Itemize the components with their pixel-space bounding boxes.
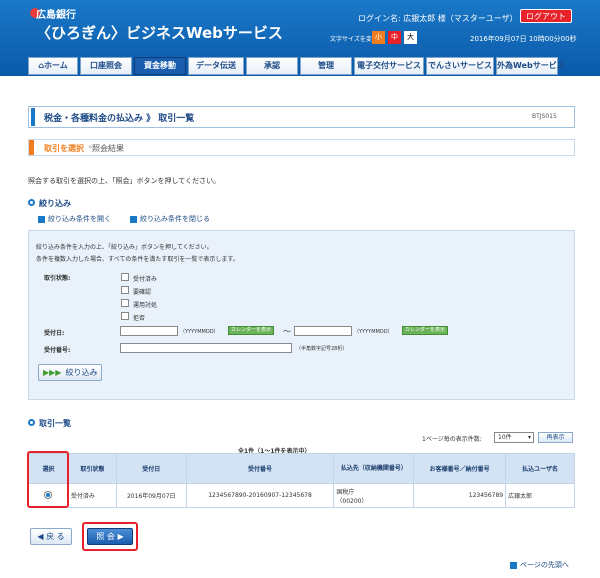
- tab-data-transmission[interactable]: データ伝送: [188, 57, 244, 75]
- row-customer-no: 123456789: [413, 483, 507, 508]
- play-arrows-icon: ▶▶▶: [43, 368, 62, 377]
- tab-densai[interactable]: でんさいサービス: [426, 57, 494, 75]
- date-range-tilde: ～: [283, 327, 291, 336]
- chevron-down-icon: ▾: [527, 434, 531, 441]
- status-option-confirm: 要確認: [133, 289, 152, 296]
- per-page-label: 1ページ毎の表示件数:: [422, 436, 482, 443]
- col-payee: 払込先（収納機関番号）: [333, 453, 415, 484]
- row-payee-cell: 国税庁 （00200）: [333, 483, 415, 508]
- status-checkbox-accepted[interactable]: [121, 273, 129, 281]
- title-accent: [31, 108, 35, 126]
- step-marker: [29, 140, 34, 155]
- status-checkbox-confirm[interactable]: [121, 286, 129, 294]
- step-current: 取引を選択: [44, 144, 84, 153]
- per-page-select[interactable]: 10件 ▾: [494, 432, 534, 443]
- list-section-title: 取引一覧: [39, 419, 71, 428]
- login-info: ログイン名: 広銀太郎 様（マスターユーザ）: [358, 14, 518, 23]
- section-bullet-icon: [28, 419, 35, 426]
- date-to-input[interactable]: [294, 326, 352, 336]
- row-number: 1234567890-20160907-12345678: [185, 483, 335, 508]
- service-name: 〈ひろぎん〉ビジネスWebサービス: [36, 24, 283, 42]
- open-icon: [38, 215, 45, 223]
- row-payee-code: （00200）: [336, 497, 368, 505]
- filter-help-2: 条件を複数入力した場合、すべての条件を満たす取引を一覧で表示します。: [36, 256, 239, 263]
- font-size-small-button[interactable]: 小: [372, 31, 385, 44]
- table-header-row: 選択 取引状態 受付日 受付番号 払込先（収納機関番号） お客様番号／納付番号 …: [28, 453, 575, 484]
- date-label: 受付日:: [44, 330, 65, 337]
- page-title: 税金・各種料金の払込み 》 取引一覧: [44, 114, 195, 124]
- filter-help-1: 絞り込み条件を入力の上、「絞り込み」ボタンを押してください。: [36, 244, 213, 251]
- col-user: 払込ユーザ名: [505, 453, 575, 484]
- redisplay-button[interactable]: 再表示: [538, 432, 573, 443]
- step-next: 照会結果: [92, 144, 124, 153]
- status-checkbox-handling[interactable]: [121, 299, 129, 307]
- font-size-medium-button[interactable]: 中: [388, 31, 401, 44]
- col-date: 受付日: [115, 453, 187, 484]
- back-button[interactable]: ◀ 戻 る: [30, 528, 72, 545]
- number-label: 受付番号:: [44, 347, 71, 354]
- tab-home[interactable]: ⌂ホーム: [28, 57, 78, 75]
- filter-close-link[interactable]: 絞り込み条件を閉じる: [130, 214, 210, 224]
- date-from-input[interactable]: [120, 326, 178, 336]
- col-status: 取引状態: [67, 453, 117, 484]
- col-customer-no: お客様番号／納付番号: [413, 453, 507, 484]
- tab-account-inquiry[interactable]: 口座照会: [80, 57, 132, 75]
- font-size-large-button[interactable]: 大: [404, 31, 417, 44]
- close-icon: [130, 215, 137, 223]
- tab-e-delivery[interactable]: 電子交付サービス: [354, 57, 424, 75]
- tab-forex[interactable]: 外為Webサービス: [496, 57, 565, 75]
- status-checkbox-rejected[interactable]: [121, 312, 129, 320]
- logout-button[interactable]: ログアウト: [520, 9, 572, 23]
- instruction-text: 照会する取引を選択の上、「照会」ボタンを押してください。: [28, 177, 221, 185]
- table-row[interactable]: 受付済み 2016年09月07日 1234567890-20160907-123…: [28, 483, 575, 508]
- col-number: 受付番号: [185, 453, 335, 484]
- transaction-table: 選択 取引状態 受付日 受付番号 払込先（収納機関番号） お客様番号／納付番号 …: [28, 453, 575, 508]
- row-date: 2016年09月07日: [115, 483, 187, 508]
- tab-approval[interactable]: 承認: [246, 57, 298, 75]
- filter-open-link[interactable]: 絞り込み条件を開く: [38, 214, 111, 224]
- date-from-format: （YYYYMMDD）: [180, 329, 219, 335]
- calendar-to-button[interactable]: カレンダーを表示: [402, 326, 449, 335]
- bank-name: 広島銀行: [36, 10, 76, 21]
- status-option-rejected: 拒否: [133, 315, 146, 322]
- font-size-label: 文字サイズを変更: [330, 36, 378, 43]
- highlight-select-column: [27, 451, 69, 508]
- status-label: 取引状態:: [44, 275, 71, 282]
- calendar-from-button[interactable]: カレンダーを表示: [228, 326, 275, 335]
- number-input[interactable]: [120, 343, 292, 353]
- section-bullet-icon: [28, 199, 35, 206]
- date-to-format: （YYYYMMDD）: [354, 329, 393, 335]
- number-hint: （半角数字記号28桁）: [296, 346, 348, 352]
- row-status: 受付済み: [67, 483, 117, 508]
- status-option-accepted: 受付済み: [133, 276, 158, 283]
- tab-fund-transfer[interactable]: 資金移動: [134, 57, 186, 75]
- inquiry-button[interactable]: 照 会 ▶: [87, 528, 133, 545]
- current-datetime: 2016年09月07日 10時00分00秒: [470, 35, 577, 43]
- arrow-up-icon: [510, 561, 517, 569]
- page-top-link[interactable]: ページの先頭へ: [510, 560, 569, 570]
- global-nav: ⌂ホーム 口座照会 資金移動 データ伝送 承認 管理 電子交付サービス でんさい…: [28, 57, 565, 75]
- screen-id: BTJS015: [532, 113, 557, 120]
- row-payee: 国税庁: [336, 488, 355, 496]
- filter-button[interactable]: ▶▶▶ 絞り込み: [38, 364, 102, 381]
- filter-section-title: 絞り込み: [39, 199, 71, 208]
- status-option-handling: 運用対処: [133, 302, 158, 309]
- tab-management[interactable]: 管理: [300, 57, 352, 75]
- row-user: 広銀太郎: [505, 483, 575, 508]
